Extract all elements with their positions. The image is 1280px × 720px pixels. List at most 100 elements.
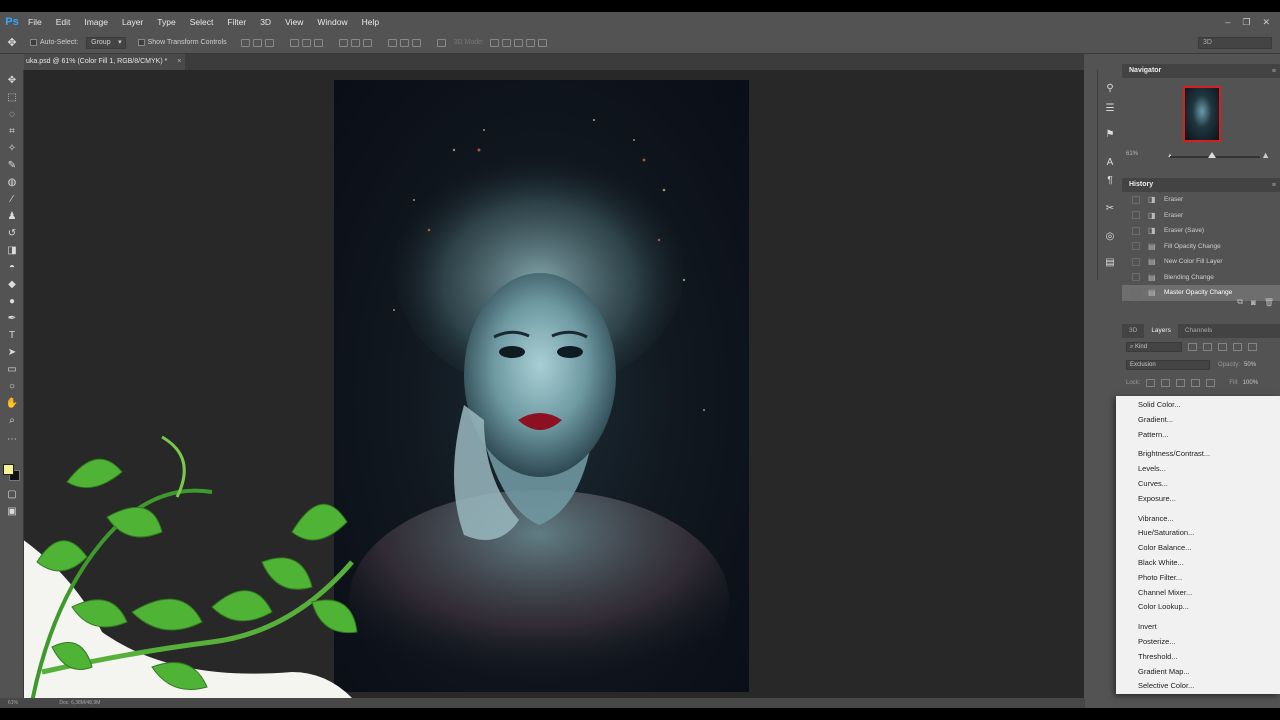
adjustment-menu-item[interactable]: Posterize... — [1116, 635, 1280, 650]
healing-brush-icon[interactable]: ◍ — [5, 176, 19, 188]
marquee-tool-icon[interactable]: ⬚ — [5, 91, 19, 103]
history-state[interactable]: ◨ Eraser — [1122, 208, 1280, 224]
tab-layers[interactable]: Layers — [1144, 324, 1178, 338]
align-vcenter-icon[interactable] — [252, 38, 262, 47]
opacity-value[interactable]: 50% — [1244, 362, 1256, 368]
adjustment-menu-item[interactable]: Vibrance... — [1116, 512, 1280, 527]
character-panel-icon[interactable]: A — [1104, 156, 1116, 168]
eyedropper-icon[interactable]: ✎ — [5, 159, 19, 171]
workspace-dropdown[interactable]: 3D — [1198, 37, 1272, 49]
fill-value[interactable]: 100% — [1243, 380, 1258, 386]
adjustment-menu-item[interactable]: Levels... — [1116, 462, 1280, 477]
adjustment-menu-item[interactable]: Brightness/Contrast... — [1116, 447, 1280, 462]
align-top-icon[interactable] — [240, 38, 250, 47]
3d-slide-icon[interactable] — [525, 38, 535, 47]
3d-pan-icon[interactable] — [513, 38, 523, 47]
tab-3d[interactable]: 3D — [1122, 324, 1144, 338]
auto-select-checkbox[interactable] — [30, 39, 37, 46]
brush-tool-icon[interactable]: ⁄ — [5, 193, 19, 205]
auto-align-icon[interactable] — [436, 38, 446, 47]
align-right-icon[interactable] — [313, 38, 323, 47]
menu-edit[interactable]: Edit — [49, 12, 78, 32]
navigator-zoom-value[interactable]: 61% — [1126, 151, 1138, 157]
menu-select[interactable]: Select — [183, 12, 221, 32]
menu-layer[interactable]: Layer — [115, 12, 150, 32]
delete-state-icon[interactable]: 🗑 — [1264, 298, 1274, 307]
path-selection-icon[interactable]: ➤ — [5, 346, 19, 358]
brush-panel-icon[interactable]: ◎ — [1104, 230, 1116, 242]
document-tab[interactable]: uka.psd @ 61% (Color Fill 1, RGB/8/CMYK)… — [24, 54, 186, 70]
move-tool-icon[interactable]: ✥ — [0, 36, 24, 49]
menu-filter[interactable]: Filter — [220, 12, 253, 32]
filter-pixel-icon[interactable] — [1188, 343, 1197, 351]
minimize-button[interactable]: – — [1225, 17, 1230, 27]
history-brush-icon[interactable]: ↺ — [5, 227, 19, 239]
distribute-vcenter-icon[interactable] — [350, 38, 360, 47]
restore-button[interactable]: ❐ — [1242, 17, 1250, 28]
adjustment-menu-item[interactable]: Solid Color... — [1116, 398, 1280, 413]
adjustment-menu-item[interactable]: Invert — [1116, 620, 1280, 635]
screen-mode-icon[interactable]: ▣ — [5, 505, 19, 517]
auto-select-dropdown[interactable]: Group — [86, 36, 126, 49]
lasso-tool-icon[interactable]: ◌ — [5, 108, 19, 120]
history-source-checkbox[interactable] — [1132, 273, 1140, 282]
menu-view[interactable]: View — [278, 12, 310, 32]
adjustments-panel-icon[interactable]: ☰ — [1104, 102, 1116, 114]
new-document-from-state-icon[interactable]: ⧉ — [1237, 297, 1243, 307]
lock-position-icon[interactable] — [1176, 379, 1186, 387]
history-source-checkbox[interactable] — [1132, 195, 1140, 204]
history-state[interactable]: ▤ Blending Change — [1122, 270, 1280, 286]
history-state[interactable]: ◨ Eraser (Save) — [1122, 223, 1280, 239]
panel-menu-icon[interactable]: ≡ — [1272, 179, 1276, 193]
adjustment-menu-item[interactable]: Hue/Saturation... — [1116, 526, 1280, 541]
tab-channels[interactable]: Channels — [1178, 324, 1219, 338]
adjustment-menu-item[interactable]: Exposure... — [1116, 492, 1280, 507]
adjustment-menu-item[interactable]: Color Balance... — [1116, 541, 1280, 556]
more-tools-icon[interactable]: ⋯ — [5, 433, 19, 445]
pen-tool-icon[interactable]: ✒ — [5, 312, 19, 324]
eraser-tool-icon[interactable]: ◨ — [5, 244, 19, 256]
menu-type[interactable]: Type — [150, 12, 182, 32]
distribute-hcenter-icon[interactable] — [399, 38, 409, 47]
foreground-color-swatch[interactable] — [3, 464, 14, 475]
snapshot-icon[interactable]: ◙ — [1251, 298, 1256, 307]
adjustment-menu-item[interactable]: Threshold... — [1116, 650, 1280, 665]
history-source-checkbox[interactable] — [1132, 226, 1140, 235]
menu-help[interactable]: Help — [355, 12, 386, 32]
distribute-left-icon[interactable] — [387, 38, 397, 47]
menu-image[interactable]: Image — [77, 12, 115, 32]
align-bottom-icon[interactable] — [264, 38, 274, 47]
filter-shape-icon[interactable] — [1233, 343, 1242, 351]
tool-presets-icon[interactable]: ✂ — [1104, 202, 1116, 214]
layer-kind-filter[interactable]: ⌕ Kind — [1126, 342, 1182, 352]
history-panel-icon[interactable]: ⚲ — [1104, 82, 1116, 94]
3d-rotate-icon[interactable] — [489, 38, 499, 47]
adjustment-menu-item[interactable]: Photo Filter... — [1116, 571, 1280, 586]
adjustment-menu-item[interactable]: Channel Mixer... — [1116, 586, 1280, 601]
quick-mask-icon[interactable]: ▢ — [5, 488, 19, 500]
close-tab-icon[interactable]: × — [177, 54, 181, 70]
history-source-checkbox[interactable] — [1132, 257, 1140, 266]
blur-tool-icon[interactable]: ◆ — [5, 278, 19, 290]
properties-panel-icon[interactable]: ▤ — [1104, 256, 1116, 268]
adjustment-menu-item[interactable]: Gradient... — [1116, 413, 1280, 428]
lock-transparency-icon[interactable] — [1146, 379, 1156, 387]
paragraph-panel-icon[interactable]: ¶ — [1104, 174, 1116, 186]
history-state[interactable]: ▤ New Color Fill Layer — [1122, 254, 1280, 270]
blend-mode-dropdown[interactable]: Exclusion — [1126, 360, 1210, 370]
magic-wand-icon[interactable]: ✧ — [5, 142, 19, 154]
adjustment-menu-item[interactable]: Curves... — [1116, 477, 1280, 492]
adjustment-menu-item[interactable]: Black White... — [1116, 556, 1280, 571]
zoom-in-icon[interactable]: ▲ — [1261, 150, 1270, 160]
status-zoom[interactable]: 61% — [8, 700, 18, 706]
filter-smart-object-icon[interactable] — [1248, 343, 1257, 351]
menu-file[interactable]: File — [21, 12, 49, 32]
3d-roll-icon[interactable] — [501, 38, 511, 47]
paint-bucket-icon[interactable]: ◓ — [5, 261, 19, 273]
ellipse-tool-icon[interactable]: ○ — [5, 380, 19, 392]
type-tool-icon[interactable]: T — [5, 329, 19, 341]
move-tool-icon[interactable]: ✥ — [5, 74, 19, 86]
lock-artboard-icon[interactable] — [1191, 379, 1201, 387]
menu-3d[interactable]: 3D — [253, 12, 278, 32]
shape-tool-icon[interactable]: ▭ — [5, 363, 19, 375]
